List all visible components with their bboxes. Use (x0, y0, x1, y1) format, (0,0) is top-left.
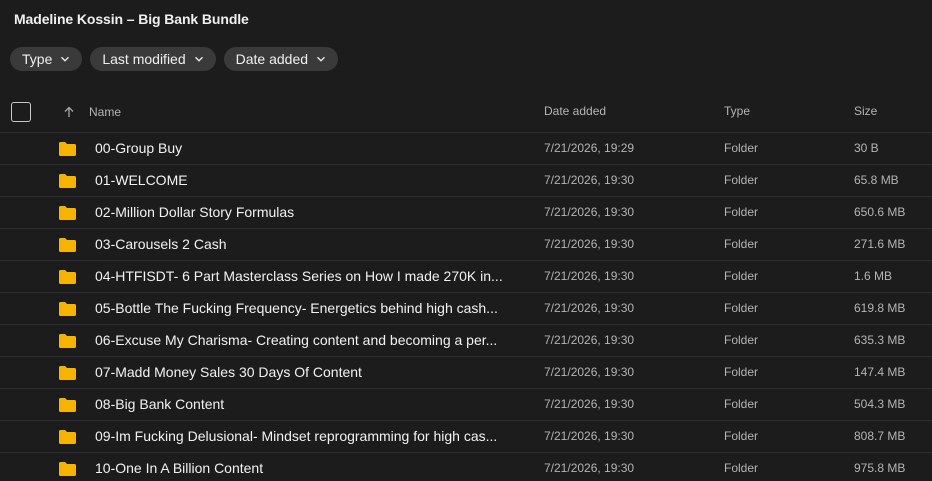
file-date-added: 7/21/2026, 19:30 (544, 301, 635, 315)
column-header-type[interactable]: Type (724, 104, 750, 118)
file-date-added: 7/21/2026, 19:30 (544, 397, 635, 411)
file-date-added: 7/21/2026, 19:30 (544, 173, 635, 187)
table-row[interactable]: 01-WELCOME 7/21/2026, 19:30 Folder 65.8 … (0, 164, 932, 196)
column-header-size[interactable]: Size (854, 104, 877, 118)
folder-icon (59, 302, 76, 316)
filter-last-modified-label: Last modified (102, 51, 186, 67)
file-date-added: 7/21/2026, 19:29 (544, 141, 635, 155)
table-header: Name Date added Type Size (0, 94, 932, 130)
chevron-down-icon (317, 56, 326, 62)
file-type: Folder (724, 269, 759, 283)
arrow-up-icon[interactable] (62, 105, 76, 119)
file-type: Folder (724, 333, 759, 347)
file-size: 1.6 MB (854, 269, 893, 283)
filter-date-added-button[interactable]: Date added (223, 47, 339, 71)
file-list: 00-Group Buy 7/21/2026, 19:29 Folder 30 … (0, 132, 932, 481)
file-name: 02-Million Dollar Story Formulas (95, 204, 295, 220)
file-name: 01-WELCOME (95, 172, 188, 188)
folder-icon (59, 398, 76, 412)
page-title: Madeline Kossin – Big Bank Bundle (14, 11, 249, 27)
file-size: 504.3 MB (854, 397, 906, 411)
file-name: 06-Excuse My Charisma- Creating content … (95, 332, 498, 348)
table-row[interactable]: 09-Im Fucking Delusional- Mindset reprog… (0, 420, 932, 452)
folder-icon (59, 174, 76, 188)
filter-type-label: Type (22, 51, 53, 67)
filter-date-added-label: Date added (235, 51, 309, 67)
folder-icon (59, 142, 76, 156)
folder-icon (59, 238, 76, 252)
filter-bar: Type Last modified Date added (10, 47, 339, 71)
table-row[interactable]: 00-Group Buy 7/21/2026, 19:29 Folder 30 … (0, 132, 932, 164)
file-size: 271.6 MB (854, 237, 906, 251)
chevron-down-icon (194, 56, 203, 62)
table-row[interactable]: 08-Big Bank Content 7/21/2026, 19:30 Fol… (0, 388, 932, 420)
file-date-added: 7/21/2026, 19:30 (544, 237, 635, 251)
file-date-added: 7/21/2026, 19:30 (544, 429, 635, 443)
table-row[interactable]: 06-Excuse My Charisma- Creating content … (0, 324, 932, 356)
file-date-added: 7/21/2026, 19:30 (544, 333, 635, 347)
select-all-checkbox[interactable] (11, 102, 31, 122)
folder-icon (59, 334, 76, 348)
file-size: 635.3 MB (854, 333, 906, 347)
filter-type-button[interactable]: Type (10, 47, 83, 71)
file-name: 00-Group Buy (95, 140, 183, 156)
file-name: 10-One In A Billion Content (95, 460, 264, 476)
table-row[interactable]: 10-One In A Billion Content 7/21/2026, 1… (0, 452, 932, 481)
table-row[interactable]: 07-Madd Money Sales 30 Days Of Content 7… (0, 356, 932, 388)
file-name: 04-HTFISDT- 6 Part Masterclass Series on… (95, 268, 503, 284)
file-size: 975.8 MB (854, 461, 906, 475)
folder-icon (59, 430, 76, 444)
folder-icon (59, 462, 76, 476)
file-browser: Madeline Kossin – Big Bank Bundle Type L… (0, 0, 932, 481)
file-size: 808.7 MB (854, 429, 906, 443)
table-row[interactable]: 05-Bottle The Fucking Frequency- Energet… (0, 292, 932, 324)
file-date-added: 7/21/2026, 19:30 (544, 269, 635, 283)
chevron-down-icon (61, 56, 70, 62)
file-size: 65.8 MB (854, 173, 899, 187)
file-size: 147.4 MB (854, 365, 906, 379)
file-date-added: 7/21/2026, 19:30 (544, 205, 635, 219)
file-name: 08-Big Bank Content (95, 396, 225, 412)
file-size: 650.6 MB (854, 205, 906, 219)
folder-icon (59, 366, 76, 380)
file-date-added: 7/21/2026, 19:30 (544, 365, 635, 379)
folder-icon (59, 206, 76, 220)
table-row[interactable]: 04-HTFISDT- 6 Part Masterclass Series on… (0, 260, 932, 292)
file-name: 09-Im Fucking Delusional- Mindset reprog… (95, 428, 498, 444)
column-header-date-added[interactable]: Date added (544, 104, 606, 118)
file-size: 30 B (854, 141, 879, 155)
file-type: Folder (724, 461, 759, 475)
column-header-name[interactable]: Name (89, 105, 121, 119)
file-type: Folder (724, 365, 759, 379)
file-type: Folder (724, 173, 759, 187)
file-name: 03-Carousels 2 Cash (95, 236, 227, 252)
table-row[interactable]: 02-Million Dollar Story Formulas 7/21/20… (0, 196, 932, 228)
table-row[interactable]: 03-Carousels 2 Cash 7/21/2026, 19:30 Fol… (0, 228, 932, 260)
file-type: Folder (724, 397, 759, 411)
folder-icon (59, 270, 76, 284)
file-name: 05-Bottle The Fucking Frequency- Energet… (95, 300, 498, 316)
file-type: Folder (724, 141, 759, 155)
file-type: Folder (724, 237, 759, 251)
file-date-added: 7/21/2026, 19:30 (544, 461, 635, 475)
file-type: Folder (724, 205, 759, 219)
file-type: Folder (724, 429, 759, 443)
file-type: Folder (724, 301, 759, 315)
filter-last-modified-button[interactable]: Last modified (90, 47, 216, 71)
file-size: 619.8 MB (854, 301, 906, 315)
file-name: 07-Madd Money Sales 30 Days Of Content (95, 364, 362, 380)
